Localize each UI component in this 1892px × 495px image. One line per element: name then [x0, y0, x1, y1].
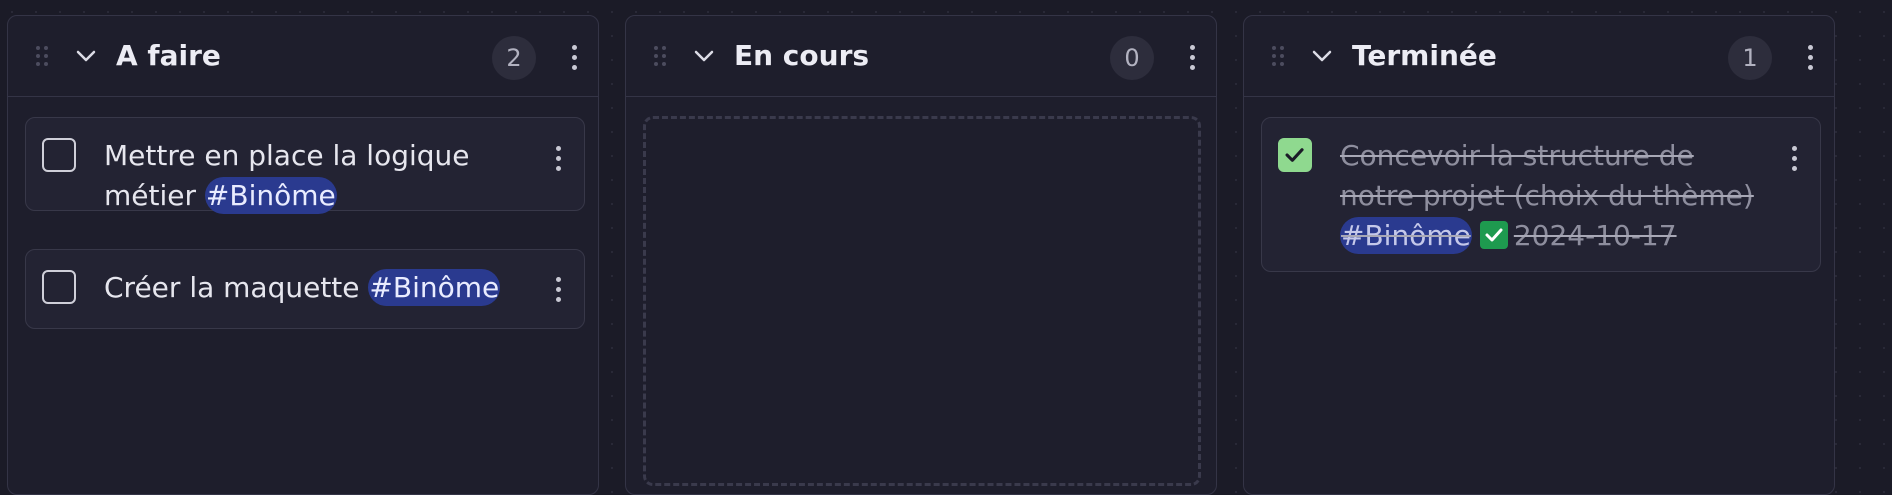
tag-chip[interactable]: #Binôme — [368, 269, 501, 306]
task-text: Créer la maquette #Binôme — [104, 268, 534, 308]
task-title: Créer la maquette — [104, 271, 360, 304]
task-card-done[interactable]: Concevoir la structure de notre projet (… — [1261, 117, 1821, 272]
task-checkbox[interactable] — [42, 138, 76, 172]
count-badge: 2 — [492, 36, 536, 80]
column-title: A faire — [116, 39, 221, 72]
check-square-icon — [1479, 221, 1508, 249]
column-menu-icon[interactable] — [570, 45, 578, 71]
column-menu-icon[interactable] — [1188, 45, 1196, 71]
task-checkbox[interactable] — [42, 270, 76, 304]
chevron-down-icon[interactable] — [76, 46, 96, 66]
task-text: Concevoir la structure de notre projet (… — [1340, 136, 1760, 256]
kanban-board: A faire 2 Mettre en place la logique mét… — [0, 0, 1892, 495]
column-en-cours: En cours 0 — [625, 15, 1217, 495]
column-a-faire: A faire 2 Mettre en place la logique mét… — [7, 15, 599, 495]
task-text: Mettre en place la logique métier #Binôm… — [104, 136, 534, 216]
card-menu-icon[interactable] — [1790, 146, 1798, 172]
task-card[interactable]: Créer la maquette #Binôme — [25, 249, 585, 329]
chevron-down-icon[interactable] — [694, 46, 714, 66]
card-menu-icon[interactable] — [554, 146, 562, 172]
drag-handle-icon[interactable] — [1272, 46, 1288, 70]
drag-handle-icon[interactable] — [36, 46, 52, 70]
tag-chip[interactable]: #Binôme — [204, 177, 337, 214]
column-header: A faire 2 — [8, 16, 598, 97]
count-badge: 0 — [1110, 36, 1154, 80]
column-terminee: Terminée 1 Concevoir la structure de not… — [1243, 15, 1835, 495]
task-checkbox-checked[interactable] — [1278, 138, 1312, 172]
column-header: Terminée 1 — [1244, 16, 1834, 97]
column-header: En cours 0 — [626, 16, 1216, 97]
column-title: Terminée — [1352, 39, 1497, 72]
task-card[interactable]: Mettre en place la logique métier #Binôm… — [25, 117, 585, 214]
empty-drop-zone[interactable] — [643, 116, 1201, 486]
column-menu-icon[interactable] — [1806, 45, 1814, 71]
chevron-down-icon[interactable] — [1312, 46, 1332, 66]
drag-handle-icon[interactable] — [654, 46, 670, 70]
count-badge: 1 — [1728, 36, 1772, 80]
card-menu-icon[interactable] — [554, 277, 562, 303]
task-title: Concevoir la structure de notre projet (… — [1340, 139, 1754, 212]
done-date: 2024-10-17 — [1513, 219, 1677, 252]
tag-chip[interactable]: #Binôme — [1340, 217, 1472, 254]
column-title: En cours — [734, 39, 870, 72]
check-icon — [1285, 148, 1304, 162]
